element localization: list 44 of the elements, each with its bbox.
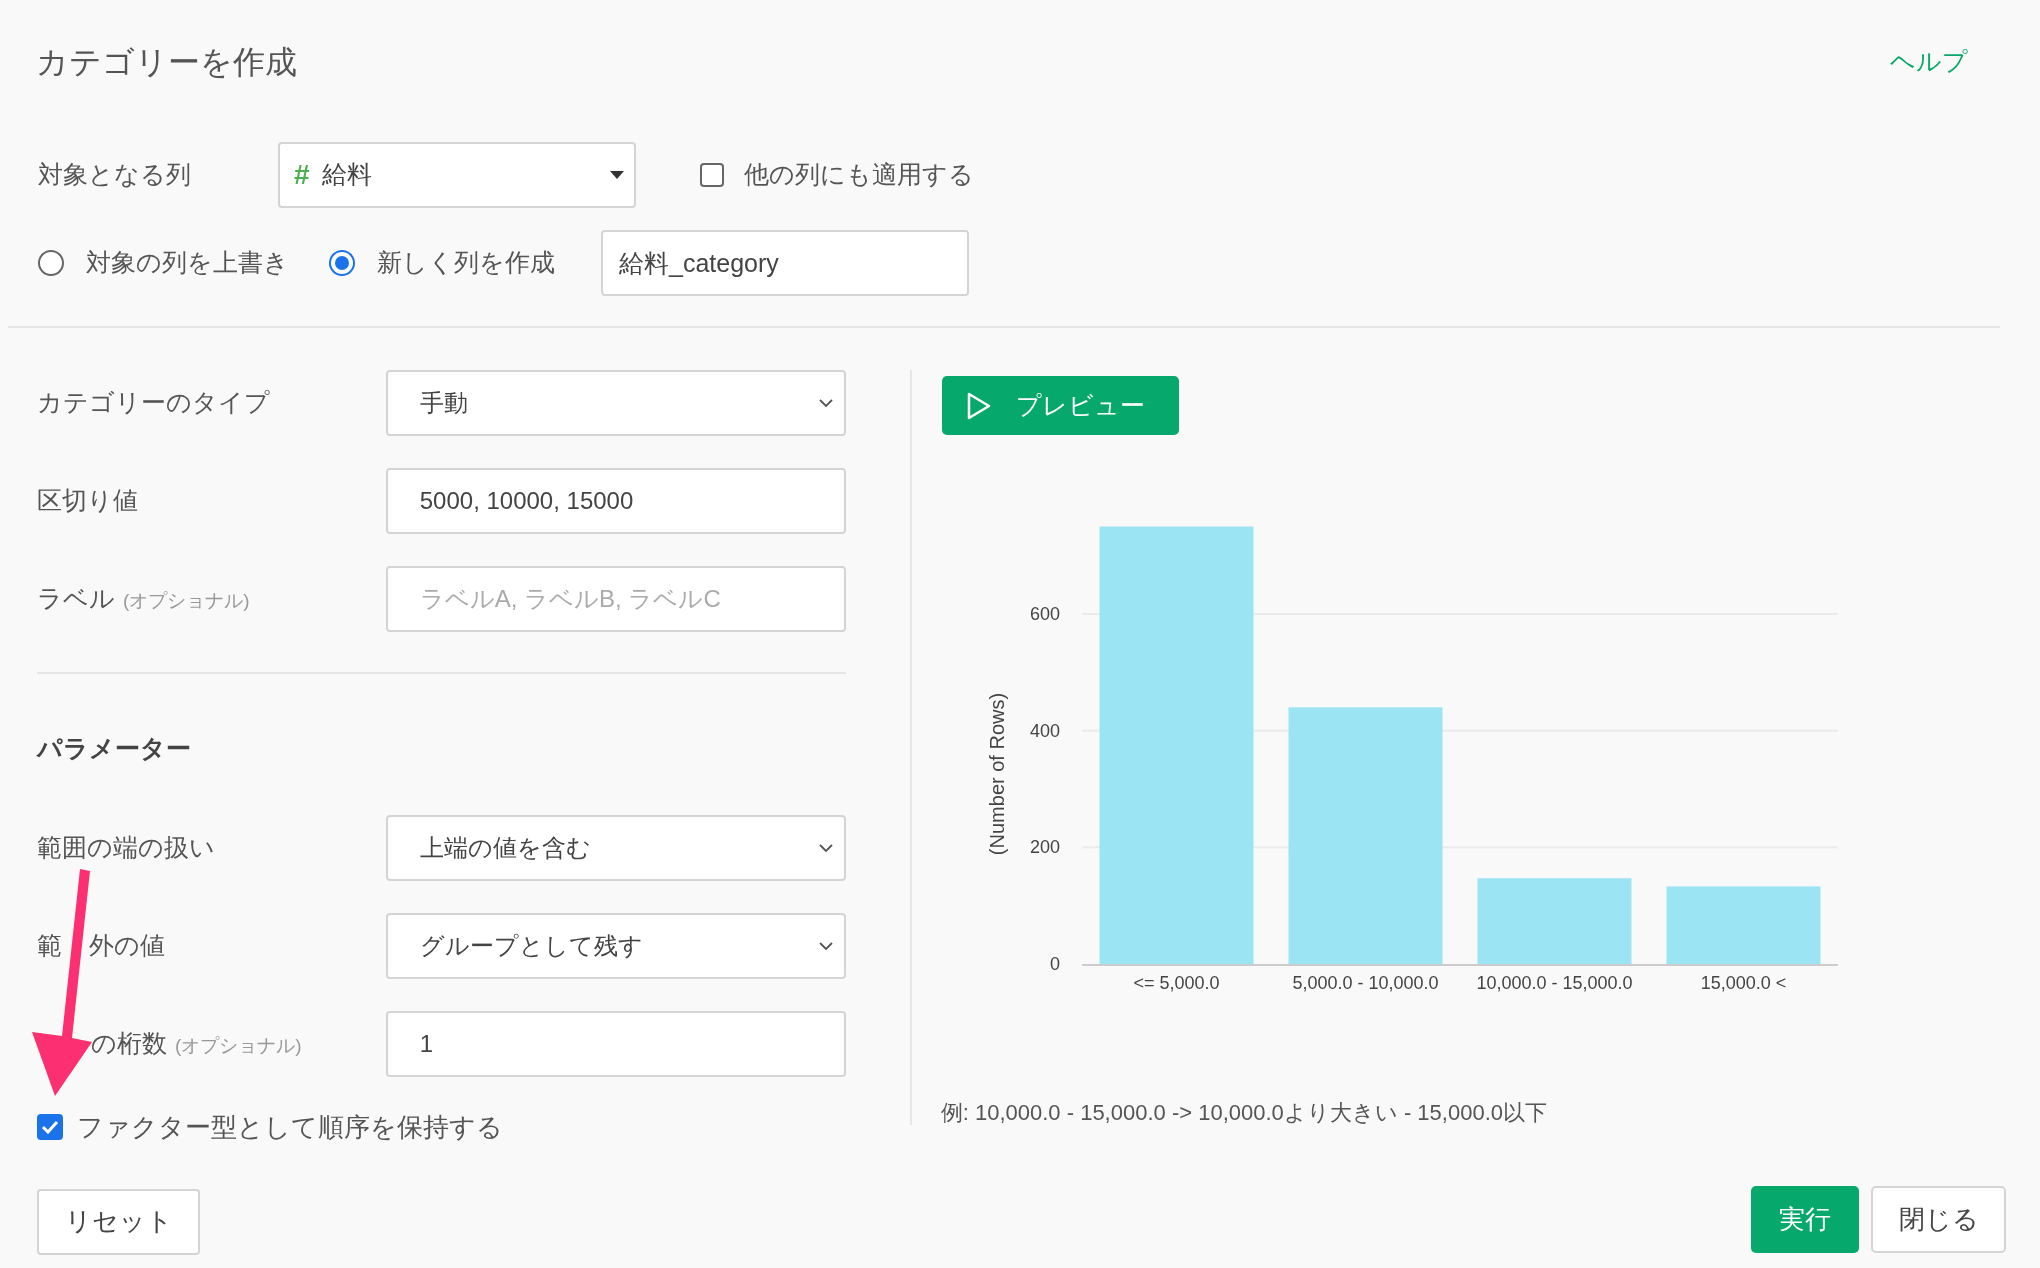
field-label: カテゴリーのタイプ — [37, 387, 270, 419]
optional-note: (オプショナル) — [175, 1033, 302, 1058]
dropdown-select[interactable]: 手動 — [385, 370, 846, 436]
close-button[interactable]: 閉じる — [1871, 1186, 2006, 1253]
numeric-type-icon: # — [294, 154, 310, 196]
dialog-title: カテゴリーを作成 — [36, 43, 297, 82]
example-text: 例: 10,000.0 - 15,000.0 -> 10,000.0より大きい - 15,000.0以下 — [940, 1099, 1548, 1127]
optional-note: (オプショナル) — [123, 589, 250, 614]
dropdown-select[interactable]: 上端の値を含む — [385, 814, 846, 881]
chevron-down-icon — [817, 842, 834, 853]
caret-icon — [610, 171, 624, 179]
field-label: ラベル — [37, 583, 115, 615]
factor-checkbox-option[interactable]: ファクター型として順序を保持する — [37, 1107, 846, 1147]
play-icon — [965, 391, 992, 420]
field-label: 対象となる列 — [38, 159, 192, 191]
field-label: 外の値 — [89, 929, 165, 961]
x-tick-label: <= 5,000.0 — [1133, 973, 1220, 993]
column-select[interactable]: # 給料 — [278, 142, 636, 208]
reset-button[interactable]: リセット — [37, 1188, 200, 1255]
field-label: の桁数 — [91, 1027, 167, 1059]
input-field[interactable]: 5000, 10000, 15000 — [385, 468, 846, 534]
field-label: 区切り値 — [37, 485, 138, 517]
x-tick-label: 5,000.0 - 10,000.0 — [1292, 973, 1439, 993]
chevron-down-icon — [817, 398, 834, 408]
field-label: 範囲の端の扱い — [37, 831, 215, 863]
radio-option[interactable]: 対象の列を上書き — [38, 244, 289, 282]
y-tick-label: 0 — [1049, 954, 1060, 974]
y-axis-title: (Number of Rows) — [985, 692, 1008, 856]
new-column-name-field[interactable]: 給料_category — [601, 230, 969, 296]
dropdown-select[interactable]: グループとして残す — [385, 912, 846, 979]
input-field[interactable]: ラベルA, ラベルB, ラベルC — [385, 566, 846, 632]
chevron-down-icon — [817, 940, 834, 951]
x-tick-label: 10,000.0 - 15,000.0 — [1476, 973, 1633, 993]
select-value: 給料 — [321, 159, 372, 191]
x-tick-label: 15,000.0 < — [1700, 973, 1787, 993]
field-label: 範 — [37, 929, 62, 961]
radio-option[interactable]: 新しく列を作成 — [329, 244, 555, 282]
section-heading: パラメーター — [37, 733, 192, 764]
y-tick-label: 200 — [1029, 837, 1060, 858]
check-icon — [41, 1120, 59, 1134]
y-tick-label: 400 — [1029, 720, 1060, 741]
input-field[interactable]: 1 — [385, 1010, 846, 1077]
y-tick-label: 600 — [1029, 604, 1060, 624]
apply-other-checkbox[interactable]: 他の列にも適用する — [700, 156, 974, 194]
